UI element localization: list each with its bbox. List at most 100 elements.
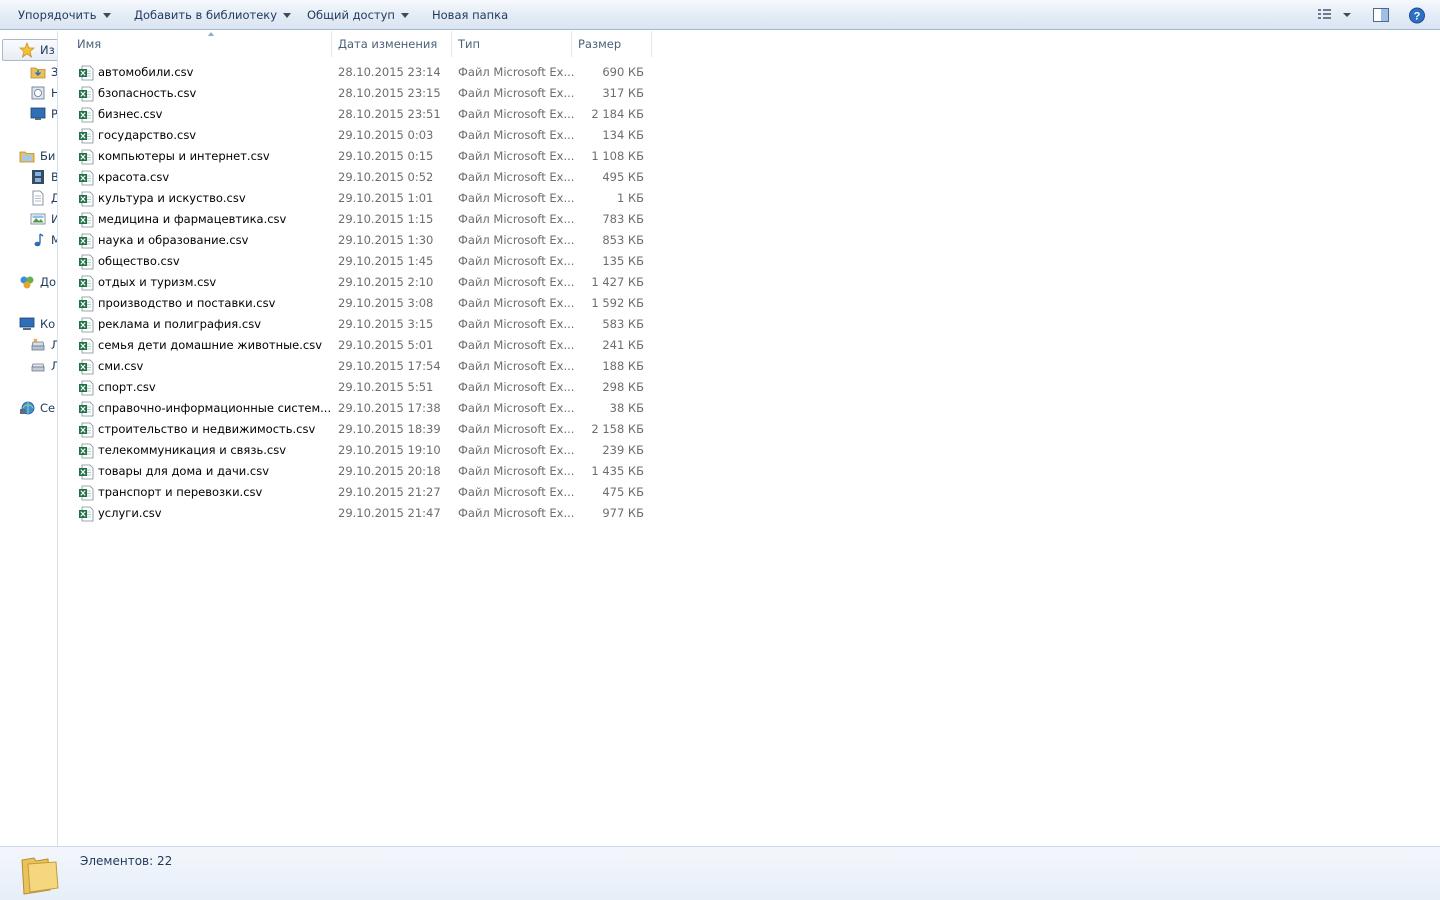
file-row[interactable]: спорт.csv 29.10.2015 5:51 Файл Microsoft E… — [59, 377, 659, 398]
file-size: 1 435 КБ — [591, 464, 644, 478]
share-button[interactable]: Общий доступ — [307, 0, 409, 30]
excel-csv-icon — [79, 65, 94, 81]
file-size: 495 КБ — [602, 170, 644, 184]
file-size: 317 КБ — [602, 86, 644, 100]
nav-favorites[interactable]: Из — [0, 41, 57, 59]
file-size: 239 КБ — [602, 443, 644, 457]
file-type: Файл Microsoft Ex... — [458, 254, 575, 268]
file-name: реклама и полиграфия.csv — [98, 317, 261, 331]
file-date-modified: 29.10.2015 3:08 — [338, 296, 434, 310]
nav-fav-item[interactable]: Р — [0, 105, 57, 123]
nav-computer-label: Ко — [40, 317, 56, 331]
file-date-modified: 29.10.2015 17:54 — [338, 359, 441, 373]
nav-homegroup-label: До — [40, 275, 57, 289]
nav-lib-item-label: В — [51, 168, 57, 186]
excel-csv-icon — [79, 359, 94, 375]
excel-csv-icon — [79, 149, 94, 165]
nav-comp-item[interactable]: Л — [0, 336, 57, 354]
nav-lib-item[interactable]: М — [0, 231, 57, 249]
file-name: медицина и фармацевтика.csv — [98, 212, 287, 226]
column-header-date[interactable]: Дата изменения — [332, 31, 452, 57]
file-name: бизнес.csv — [98, 107, 163, 121]
excel-csv-icon — [79, 380, 94, 396]
file-size: 135 КБ — [602, 254, 644, 268]
excel-csv-icon — [79, 401, 94, 417]
add-to-library-button[interactable]: Добавить в библиотеку — [134, 0, 292, 30]
file-size: 1 КБ — [616, 191, 644, 205]
file-date-modified: 28.10.2015 23:51 — [338, 107, 441, 121]
column-header-size[interactable]: Размер — [572, 31, 652, 57]
excel-csv-icon — [79, 86, 94, 102]
file-row[interactable]: отдых и туризм.csv 29.10.2015 2:10 Файл Mi… — [59, 272, 659, 293]
nav-lib-item[interactable]: Д — [0, 189, 57, 207]
file-date-modified: 29.10.2015 5:51 — [338, 380, 434, 394]
file-row[interactable]: бзопасность.csv 28.10.2015 23:15 Файл Micr… — [59, 83, 659, 104]
help-button[interactable]: ? — [1408, 7, 1426, 28]
drive-icon — [31, 363, 45, 372]
file-name: строительство и недвижимость.csv — [98, 422, 316, 436]
file-type: Файл Microsoft Ex... — [458, 233, 575, 247]
excel-csv-icon — [79, 317, 94, 333]
column-header-name[interactable]: Имя — [71, 31, 332, 57]
column-header-type[interactable]: Тип — [452, 31, 572, 57]
file-name: культура и искуство.csv — [98, 191, 246, 205]
file-row[interactable]: семья дети домашние животные.csv 29.10.20… — [59, 335, 659, 356]
video-library-icon — [32, 170, 44, 184]
file-row[interactable]: красота.csv 29.10.2015 0:52 Файл Microsoft… — [59, 167, 659, 188]
file-row[interactable]: автомобили.csv 28.10.2015 23:14 Файл Micro… — [59, 62, 659, 83]
file-name: спорт.csv — [98, 380, 156, 394]
organize-button[interactable]: Упорядочить — [18, 0, 111, 30]
nav-libraries[interactable]: Би — [0, 147, 57, 165]
star-icon — [19, 42, 35, 58]
nav-computer[interactable]: Ко — [0, 315, 57, 333]
nav-fav-item[interactable]: Н — [0, 84, 57, 102]
file-row[interactable]: бизнес.csv 28.10.2015 23:51 Файл Microsoft… — [59, 104, 659, 125]
file-name: отдых и туризм.csv — [98, 275, 217, 289]
nav-homegroup[interactable]: До — [0, 273, 57, 291]
file-size: 977 КБ — [602, 506, 644, 520]
file-row[interactable]: строительство и недвижимость.csv 29.10.20… — [59, 419, 659, 440]
excel-csv-icon — [79, 296, 94, 312]
file-size: 853 КБ — [602, 233, 644, 247]
nav-comp-item[interactable]: Л — [0, 357, 57, 375]
file-row[interactable]: телекоммуникация и связь.csv 29.10.2015 1… — [59, 440, 659, 461]
file-date-modified: 29.10.2015 19:10 — [338, 443, 441, 457]
file-size: 783 КБ — [602, 212, 644, 226]
file-date-modified: 29.10.2015 18:39 — [338, 422, 441, 436]
file-size: 2 184 КБ — [591, 107, 644, 121]
file-row[interactable]: сми.csv 29.10.2015 17:54 Файл Microsoft Ex… — [59, 356, 659, 377]
file-row[interactable]: наука и образование.csv 29.10.2015 1:30 Фа… — [59, 230, 659, 251]
excel-csv-icon — [79, 212, 94, 228]
file-row[interactable]: общество.csv 29.10.2015 1:45 Файл Microsof… — [59, 251, 659, 272]
nav-network[interactable]: Се — [0, 399, 57, 417]
excel-csv-icon — [79, 443, 94, 459]
preview-pane-button[interactable] — [1372, 7, 1390, 26]
file-row[interactable]: транспорт и перевозки.csv 29.10.2015 21:2… — [59, 482, 659, 503]
file-row[interactable]: производство и поставки.csv 29.10.2015 3:… — [59, 293, 659, 314]
nav-lib-item[interactable]: В — [0, 168, 57, 186]
file-row[interactable]: справочно-информационные систем... 29.10.… — [59, 398, 659, 419]
file-type: Файл Microsoft Ex... — [458, 317, 575, 331]
excel-csv-icon — [79, 464, 94, 480]
file-type: Файл Microsoft Ex... — [458, 296, 575, 310]
file-row[interactable]: государство.csv 29.10.2015 0:03 Файл Micro… — [59, 125, 659, 146]
share-label: Общий доступ — [307, 8, 395, 22]
file-row[interactable]: медицина и фармацевтика.csv 29.10.2015 1:… — [59, 209, 659, 230]
nav-fav-item[interactable]: З — [0, 63, 57, 81]
file-row[interactable]: компьютеры и интернет.csv 29.10.2015 0:15… — [59, 146, 659, 167]
change-view-button[interactable] — [1316, 7, 1356, 26]
desktop-icon — [30, 107, 46, 120]
music-library-icon — [34, 233, 44, 247]
file-row[interactable]: культура и искуство.csv 29.10.2015 1:01 Фа… — [59, 188, 659, 209]
downloads-folder-icon — [30, 67, 46, 79]
new-folder-button[interactable]: Новая папка — [432, 0, 508, 30]
file-row[interactable]: услуги.csv 29.10.2015 21:47 Файл Microsoft… — [59, 503, 659, 524]
file-row[interactable]: товары для дома и дачи.csv 29.10.2015 20:… — [59, 461, 659, 482]
nav-comp-item-label: Л — [51, 357, 57, 375]
nav-lib-item[interactable]: И — [0, 210, 57, 228]
file-name: телекоммуникация и связь.csv — [98, 443, 287, 457]
file-row[interactable]: реклама и полиграфия.csv 29.10.2015 3:15 Ф… — [59, 314, 659, 335]
file-name: производство и поставки.csv — [98, 296, 276, 310]
excel-csv-icon — [79, 170, 94, 186]
file-name: компьютеры и интернет.csv — [98, 149, 270, 163]
